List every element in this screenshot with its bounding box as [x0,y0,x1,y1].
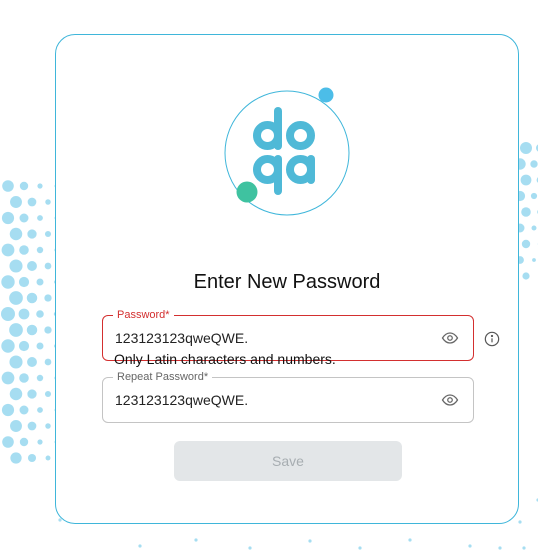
page: Enter New Password Password* 123123123qw… [0,0,538,554]
repeat-password-value: 123123123qweQWE. [115,392,249,408]
password-value: 123123123qweQWE. [115,330,249,346]
page-title: Enter New Password [193,271,381,293]
repeat-password-label: Repeat Password* [113,370,213,384]
save-button[interactable]: Save [174,441,402,481]
doqa-logo [224,87,350,216]
password-card: Enter New Password Password* 123123123qw… [55,34,519,524]
password-label: Password* [113,308,174,322]
eye-icon[interactable] [441,329,459,347]
eye-icon[interactable] [441,391,459,409]
password-error-message: Only Latin characters and numbers. [114,351,336,367]
repeat-password-field[interactable]: Repeat Password* 123123123qweQWE. [102,370,474,423]
info-icon[interactable] [484,331,500,347]
